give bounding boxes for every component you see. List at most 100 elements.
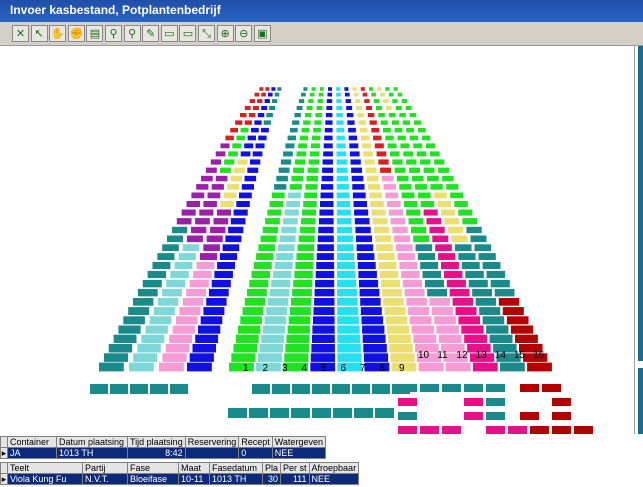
bench-tile[interactable] (260, 235, 277, 243)
bench-tile[interactable] (186, 288, 206, 297)
bench-tile[interactable] (364, 159, 375, 165)
bench-tile[interactable] (286, 334, 310, 343)
bench-tile[interactable] (438, 253, 456, 260)
bench-tile[interactable] (274, 92, 280, 97)
bench-tile[interactable] (326, 105, 333, 110)
bench-tile[interactable] (392, 226, 408, 234)
bench-tile[interactable] (422, 270, 442, 279)
bench-tile[interactable] (399, 262, 418, 270)
bench-tile[interactable] (336, 184, 349, 190)
bench-tile[interactable] (192, 344, 217, 353)
bench-tile[interactable] (454, 244, 472, 252)
bench-tile[interactable] (316, 253, 334, 260)
bench-tile[interactable] (479, 307, 501, 315)
bench-tile[interactable] (240, 113, 247, 118)
bench-tile[interactable] (408, 218, 424, 225)
bench-tile[interactable] (283, 218, 298, 225)
bench-tile[interactable] (441, 262, 459, 270)
bench-tile[interactable] (461, 262, 480, 270)
resize-icon[interactable]: ⤡ (198, 25, 215, 42)
bench-tile[interactable] (196, 184, 209, 190)
bench-tile[interactable] (327, 92, 333, 97)
col-header[interactable]: Datum plaatsing (56, 436, 128, 448)
bench-tile[interactable] (362, 92, 368, 97)
bench-tile[interactable] (211, 279, 231, 288)
front-table-tile[interactable] (150, 384, 168, 394)
bench-tile[interactable] (431, 307, 453, 315)
bench-tile[interactable] (362, 143, 372, 149)
col-header[interactable]: Per st (280, 462, 310, 474)
bench-tile[interactable] (199, 209, 214, 216)
bench-tile[interactable] (299, 135, 309, 141)
bench-tile[interactable] (269, 201, 284, 207)
bench-tile[interactable] (316, 105, 323, 110)
bench-tile[interactable] (429, 226, 445, 234)
move-many-icon[interactable]: ▭ (179, 25, 197, 42)
bench-tile[interactable] (397, 135, 406, 141)
bench-tile[interactable] (489, 334, 513, 343)
col-header[interactable]: Teelt (7, 462, 83, 474)
bench-tile[interactable] (137, 288, 158, 297)
bench-tile[interactable] (441, 209, 456, 216)
bench-tile[interactable] (388, 113, 396, 118)
bench-tile[interactable] (187, 362, 212, 372)
bench-tile[interactable] (162, 288, 182, 297)
bench-tile[interactable] (214, 270, 233, 279)
bench-tile[interactable] (474, 244, 492, 252)
cell[interactable]: Bloeifase (127, 473, 179, 485)
bench-tile[interactable] (475, 298, 497, 306)
bench-tile[interactable] (392, 159, 403, 165)
bench-tile[interactable] (376, 105, 382, 110)
bench-tile[interactable] (348, 135, 358, 141)
bench-tile[interactable] (219, 167, 231, 173)
bench-tile[interactable] (189, 353, 214, 362)
bench-tile[interactable] (314, 298, 335, 306)
bench-tile[interactable] (434, 316, 456, 325)
bench-tile[interactable] (400, 143, 410, 149)
bench-tile[interactable] (395, 244, 413, 252)
col-header[interactable]: Afroepbaar (308, 462, 360, 474)
front-table-tile[interactable] (464, 384, 483, 392)
bench-tile[interactable] (201, 175, 213, 182)
bench-tile[interactable] (465, 270, 484, 279)
bench-tile[interactable] (289, 307, 311, 315)
move-icon[interactable]: ▭ (160, 25, 178, 42)
bench-tile[interactable] (315, 270, 335, 279)
bench-tile[interactable] (412, 175, 424, 182)
bench-tile[interactable] (266, 113, 273, 118)
bench-tile[interactable] (323, 143, 333, 149)
bench-tile[interactable] (360, 298, 381, 306)
bench-tile[interactable] (294, 113, 301, 118)
bench-tile[interactable] (321, 184, 334, 190)
bench-tile[interactable] (392, 99, 398, 103)
front-table-tile[interactable] (520, 412, 539, 420)
bench-tile[interactable] (358, 120, 366, 125)
bench-tile[interactable] (199, 253, 218, 260)
bench-tile[interactable] (222, 244, 240, 252)
bench-tile[interactable] (253, 105, 259, 110)
bench-tile[interactable] (268, 92, 273, 97)
bench-tile[interactable] (454, 201, 468, 207)
bench-tile[interactable] (368, 184, 381, 190)
bench-tile[interactable] (317, 235, 334, 243)
bench-tile[interactable] (142, 279, 162, 288)
front-table-tile[interactable] (530, 426, 549, 434)
bench-tile[interactable] (263, 120, 271, 125)
bench-tile[interactable] (244, 143, 254, 149)
bench-tile[interactable] (363, 344, 387, 353)
col-header[interactable]: Watergeven (271, 436, 326, 448)
bench-tile[interactable] (472, 288, 492, 297)
bench-tile[interactable] (296, 253, 314, 260)
front-table-tile[interactable] (574, 426, 593, 434)
edit-icon[interactable]: ✎ (142, 25, 160, 42)
bench-tile[interactable] (426, 143, 435, 149)
cell[interactable]: 111 (280, 473, 310, 485)
front-table-tile[interactable] (228, 408, 247, 418)
bench-tile[interactable] (336, 167, 348, 173)
bench-tile[interactable] (494, 288, 515, 297)
bench-tile[interactable] (137, 344, 161, 353)
bench-tile[interactable] (371, 127, 380, 133)
bench-tile[interactable] (195, 334, 219, 343)
bench-tile[interactable] (186, 201, 201, 207)
bench-tile[interactable] (213, 218, 229, 225)
